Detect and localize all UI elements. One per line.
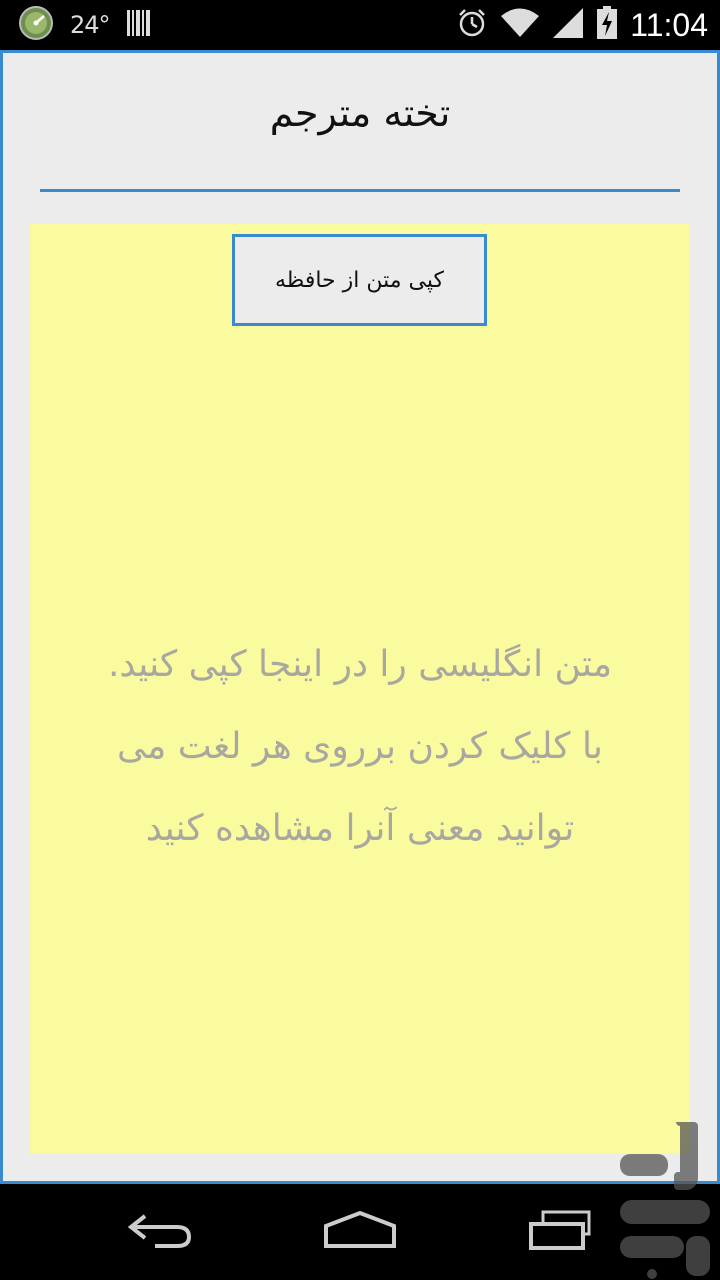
hint-line: توانید معنی آنرا مشاهده کنید [145, 808, 575, 849]
page-title: تخته مترجم [269, 91, 451, 135]
hint-line: متن انگلیسی را در اینجا کپی کنید. [107, 644, 613, 685]
app-window: تخته مترجم کپی متن از حافظه متن انگلیسی … [0, 50, 720, 1184]
header-divider [40, 189, 680, 192]
paste-from-clipboard-button[interactable]: کپی متن از حافظه [232, 234, 487, 326]
status-left-group: 24° [18, 5, 152, 45]
app-header: تخته مترجم [3, 53, 717, 193]
home-button[interactable] [315, 1204, 405, 1260]
battery-charging-icon [596, 6, 618, 44]
recent-apps-icon [527, 1209, 593, 1255]
barcode-icon [126, 8, 152, 42]
alarm-icon [456, 7, 488, 43]
temperature-text: 24° [70, 11, 111, 39]
back-button[interactable] [115, 1204, 205, 1260]
wifi-icon [500, 7, 540, 43]
status-right-group: 11:04 [456, 6, 708, 44]
clock-text: 11:04 [630, 6, 708, 43]
home-icon [322, 1210, 398, 1254]
status-bar: 24° 11:04 [0, 0, 720, 50]
placeholder-hint: متن انگلیسی را در اینجا کپی کنید. با کلی… [40, 624, 680, 870]
store-watermark-logo [612, 1118, 720, 1280]
recent-apps-button[interactable] [515, 1204, 605, 1260]
signal-icon [552, 7, 584, 43]
text-board[interactable]: کپی متن از حافظه متن انگلیسی را در اینجا… [30, 224, 690, 1154]
hint-line: با کلیک کردن برروی هر لغت می [117, 726, 603, 767]
speedometer-icon [18, 5, 54, 45]
back-icon [125, 1210, 195, 1254]
